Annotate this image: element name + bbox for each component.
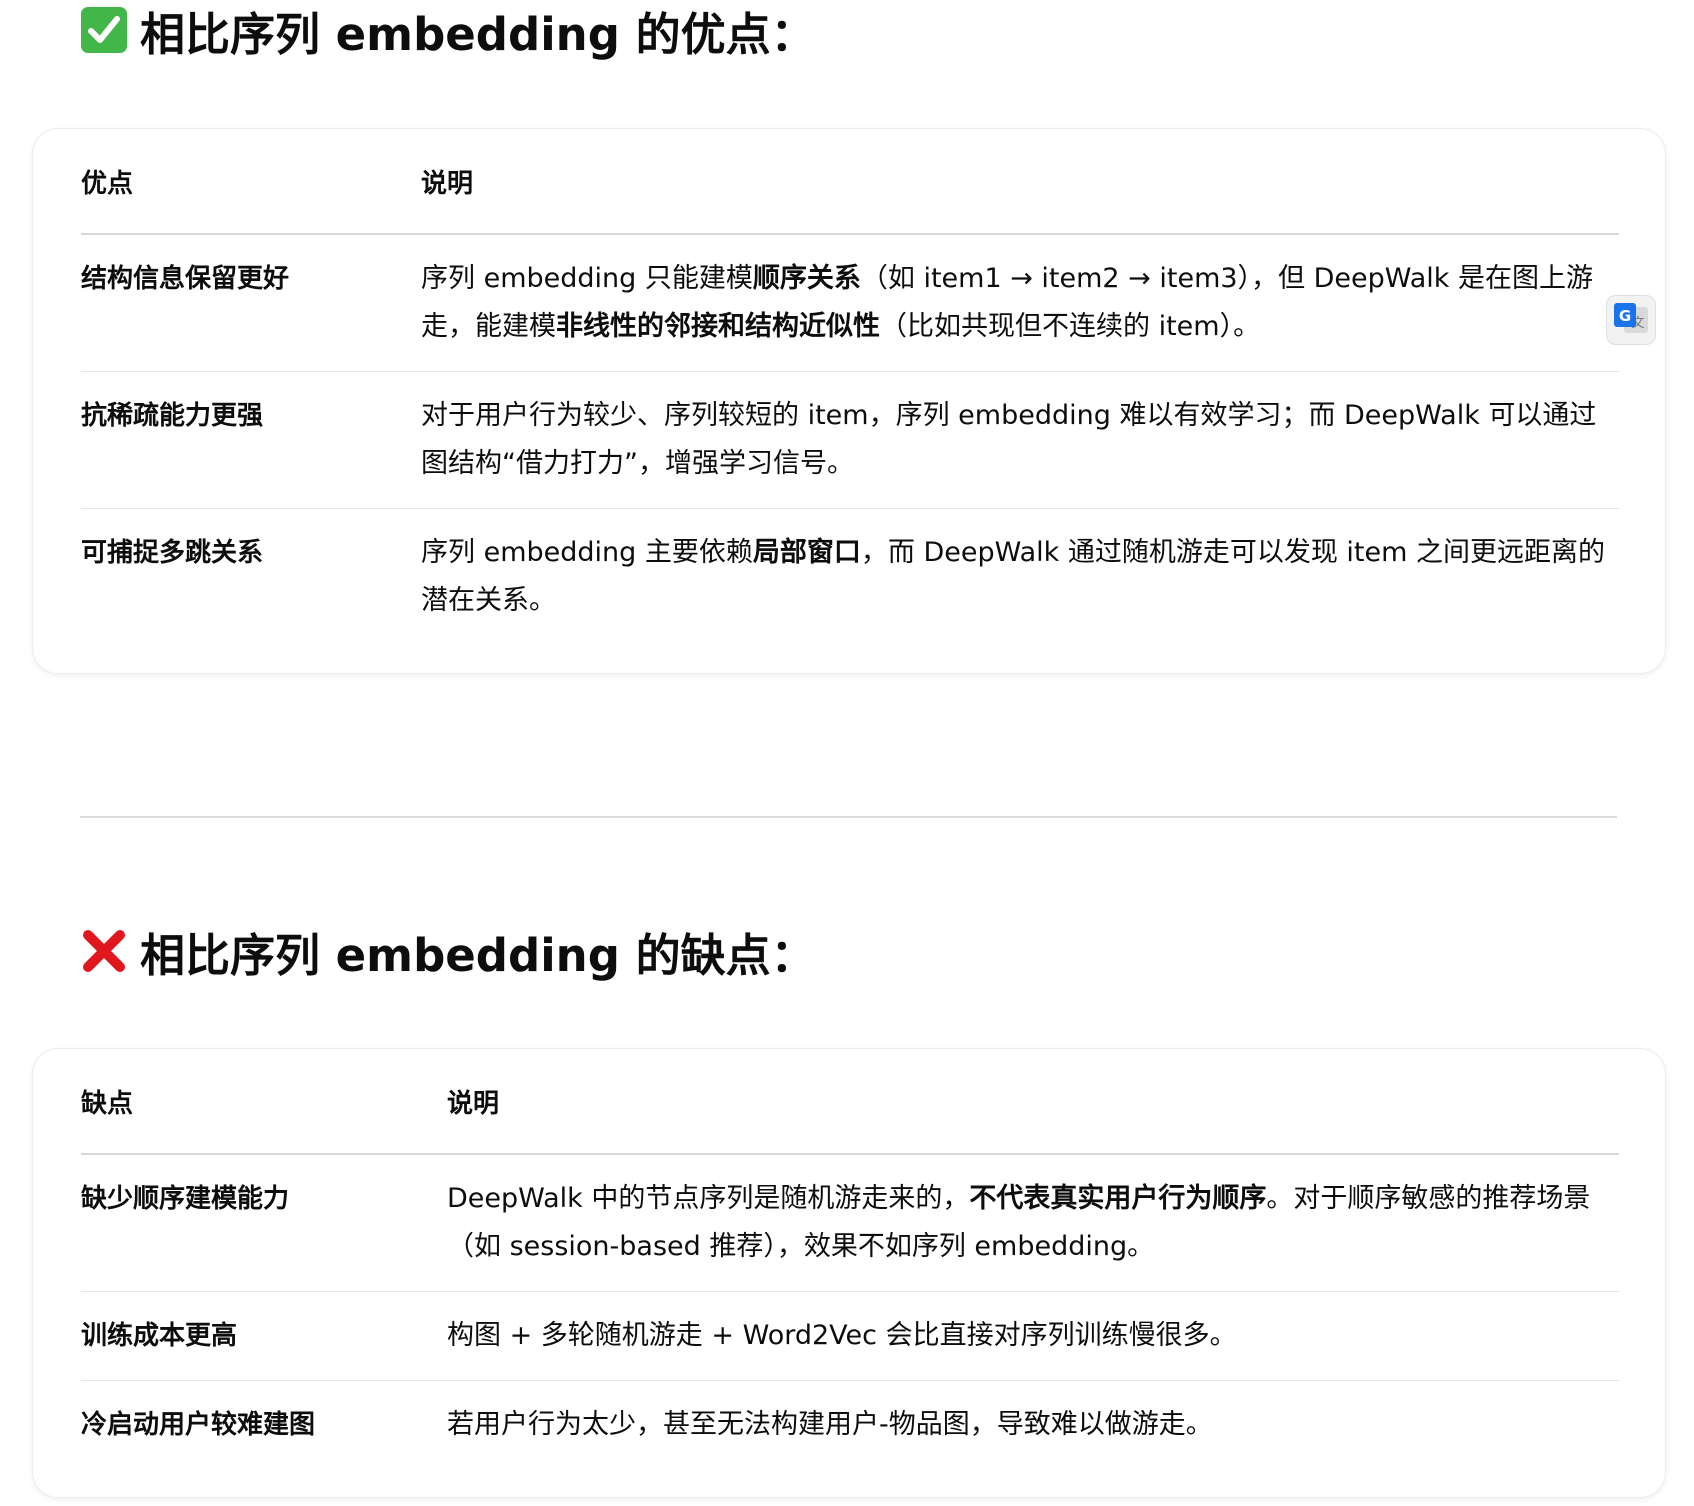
row-description: 构图 + 多轮随机游走 + Word2Vec 会比直接对序列训练慢很多。 [447, 1291, 1619, 1381]
cross-mark-icon [80, 927, 128, 975]
table-row: 抗稀疏能力更强 对于用户行为较少、序列较短的 item，序列 embedding … [81, 371, 1619, 509]
row-description: 对于用户行为较少、序列较短的 item，序列 embedding 难以有效学习；… [421, 371, 1619, 509]
table-header-row: 优点 说明 [81, 129, 1619, 235]
text-segment: 序列 embedding 主要依赖 [421, 537, 753, 568]
row-description: 若用户行为太少，甚至无法构建用户-物品图，导致难以做游走。 [447, 1381, 1619, 1470]
row-label: 抗稀疏能力更强 [81, 371, 421, 509]
check-mark-button-icon [80, 6, 128, 54]
text-segment: 对于用户行为较少、序列较短的 item，序列 embedding 难以有效学习；… [421, 400, 1597, 479]
row-description: 序列 embedding 只能建模顺序关系（如 item1 → item2 → … [421, 234, 1619, 372]
table-row: 冷启动用户较难建图 若用户行为太少，甚至无法构建用户-物品图，导致难以做游走。 [81, 1381, 1619, 1470]
text-segment: DeepWalk 中的节点序列是随机游走来的， [447, 1183, 970, 1214]
column-header-description: 说明 [421, 129, 1619, 235]
table-header-row: 缺点 说明 [81, 1049, 1619, 1155]
row-label: 可捕捉多跳关系 [81, 538, 264, 568]
svg-text:G: G [1619, 307, 1631, 325]
cons-table: 缺点 说明 缺少顺序建模能力 DeepWalk 中的节点序列是随机游走来的，不代表… [81, 1049, 1619, 1469]
text-segment: 构图 + 多轮随机游走 + Word2Vec 会比直接对序列训练慢很多。 [447, 1320, 1237, 1351]
table-row: 可捕捉多跳关系 序列 embedding 主要依赖局部窗口，而 DeepWalk … [81, 509, 1619, 646]
table-row: 训练成本更高 构图 + 多轮随机游走 + Word2Vec 会比直接对序列训练慢很… [81, 1291, 1619, 1381]
table-row: 缺少顺序建模能力 DeepWalk 中的节点序列是随机游走来的，不代表真实用户行为… [81, 1154, 1619, 1292]
google-translate-icon: 文 G [1612, 301, 1650, 339]
page: 相比序列 embedding 的优点： 优点 说明 结构信息保留更好 序列 emb… [0, 0, 1694, 1506]
cons-title: 相比序列 embedding 的缺点： [140, 928, 816, 982]
text-segment: （比如共现但不连续的 item）。 [880, 311, 1261, 342]
translate-button[interactable]: 文 G [1606, 295, 1656, 345]
bold-text: 不代表真实用户行为顺序 [969, 1183, 1267, 1214]
column-header-cons: 缺点 [81, 1049, 447, 1155]
pros-table: 优点 说明 结构信息保留更好 序列 embedding 只能建模顺序关系（如 it… [81, 129, 1619, 645]
row-label: 结构信息保留更好 [81, 234, 421, 372]
bold-text: 局部窗口 [752, 537, 861, 568]
section-divider [80, 816, 1617, 818]
pros-title: 相比序列 embedding 的优点： [140, 7, 816, 61]
cons-heading: 相比序列 embedding 的缺点： [80, 921, 816, 982]
row-label: 训练成本更高 [81, 1291, 447, 1381]
pros-table-card: 优点 说明 结构信息保留更好 序列 embedding 只能建模顺序关系（如 it… [32, 128, 1666, 674]
column-header-description: 说明 [447, 1049, 1619, 1155]
pros-heading: 相比序列 embedding 的优点： [80, 0, 816, 61]
column-header-pros: 优点 [81, 129, 421, 235]
text-segment: 序列 embedding 只能建模 [421, 263, 753, 294]
bold-text: 顺序关系 [752, 263, 861, 294]
table-row: 结构信息保留更好 序列 embedding 只能建模顺序关系（如 item1 → … [81, 234, 1619, 372]
row-description: 序列 embedding 主要依赖局部窗口，而 DeepWalk 通过随机游走可… [421, 509, 1619, 646]
row-label: 冷启动用户较难建图 [81, 1410, 316, 1440]
bold-text: 非线性的邻接和结构近似性 [556, 311, 880, 342]
row-description: DeepWalk 中的节点序列是随机游走来的，不代表真实用户行为顺序。对于顺序敏… [447, 1154, 1619, 1292]
cons-table-card: 缺点 说明 缺少顺序建模能力 DeepWalk 中的节点序列是随机游走来的，不代表… [32, 1048, 1666, 1498]
text-segment: 若用户行为太少，甚至无法构建用户-物品图，导致难以做游走。 [447, 1409, 1213, 1440]
row-label: 缺少顺序建模能力 [81, 1154, 447, 1292]
